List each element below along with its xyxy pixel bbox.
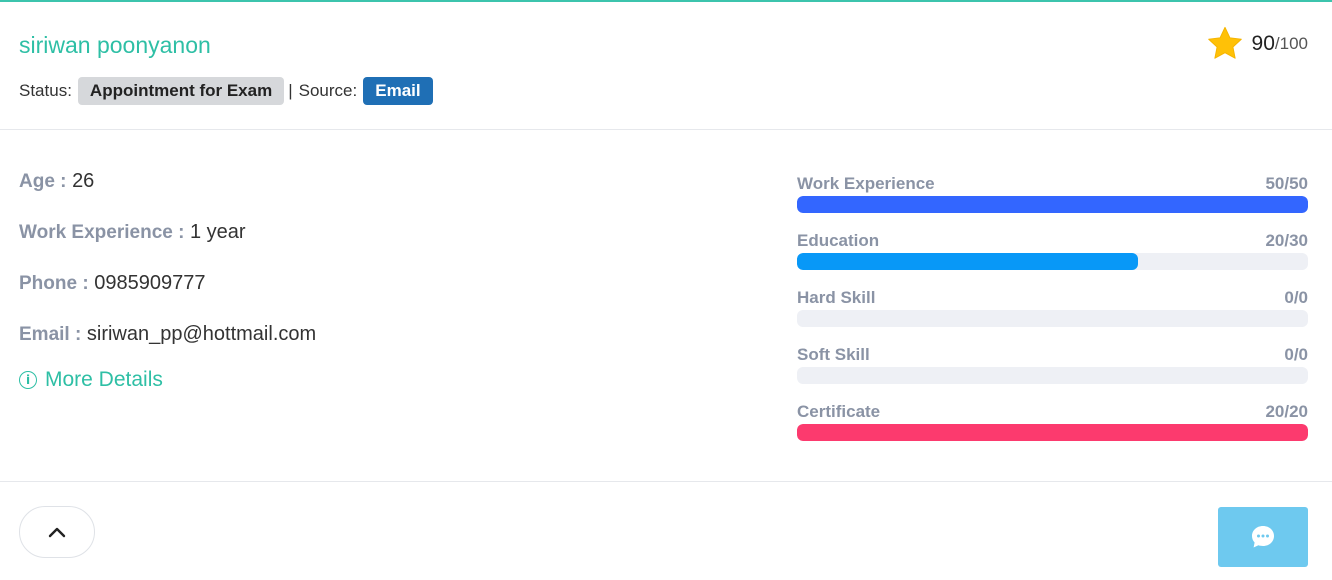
skill-progress-fill (797, 196, 1308, 213)
score-value: 90 (1251, 32, 1275, 55)
skill-progress-fill (797, 424, 1308, 441)
info-label: Work Experience : (19, 222, 185, 243)
skill-progress-track (797, 310, 1308, 327)
skill-soft-skill: Soft Skill 0/0 (797, 345, 1308, 402)
skill-scores: Work Experience 50/50 Education 20/30 Hard… (797, 174, 1308, 459)
candidate-name[interactable]: siriwan poonyanon (19, 32, 211, 59)
skill-score: 50/50 (1265, 174, 1308, 193)
skill-education: Education 20/30 (797, 231, 1308, 288)
score: 90/100 (1206, 25, 1308, 63)
info-label: Age : (19, 171, 67, 192)
skill-score: 0/0 (1284, 345, 1308, 364)
chat-bubble-icon (1252, 526, 1274, 548)
skill-progress-fill (797, 253, 1138, 270)
skill-hard-skill: Hard Skill 0/0 (797, 288, 1308, 345)
info-work-experience: Work Experience : 1 year (19, 221, 316, 272)
status-label: Status: (19, 81, 72, 100)
star-icon (1207, 26, 1242, 59)
skill-label: Education (797, 231, 880, 250)
candidate-info: Age : 26 Work Experience : 1 year Phone … (19, 170, 316, 374)
skill-label: Certificate (797, 402, 881, 421)
skill-progress-track (797, 424, 1308, 441)
separator: | (288, 81, 293, 100)
skill-score: 20/30 (1265, 231, 1308, 250)
info-label: Email : (19, 324, 82, 345)
skill-progress-track (797, 367, 1308, 384)
info-value: siriwan_pp@hottmail.com (86, 323, 317, 345)
status-row: Status: Appointment for Exam | Source: E… (19, 77, 433, 105)
source-label: Source: (298, 81, 358, 100)
card-header: siriwan poonyanon Status: Appointment fo… (0, 2, 1332, 130)
info-phone: Phone : 0985909777 (19, 272, 316, 323)
chevron-up-icon (48, 527, 66, 538)
skill-score: 20/20 (1265, 402, 1308, 421)
info-value: 0985909777 (94, 272, 206, 294)
chat-button[interactable] (1218, 507, 1308, 567)
skill-label: Hard Skill (797, 288, 876, 307)
candidate-card: siriwan poonyanon Status: Appointment fo… (0, 0, 1332, 580)
info-age: Age : 26 (19, 170, 316, 221)
skill-progress-track (797, 253, 1308, 270)
divider (0, 481, 1332, 482)
info-label: Phone : (19, 273, 89, 294)
more-details-link[interactable]: i More Details (19, 368, 163, 392)
skill-score: 0/0 (1284, 288, 1308, 307)
info-email: Email : siriwan_pp@hottmail.com (19, 323, 316, 374)
status-badge: Appointment for Exam (77, 77, 285, 105)
skill-certificate: Certificate 20/20 (797, 402, 1308, 459)
more-details-label: More Details (45, 368, 163, 391)
skill-label: Soft Skill (797, 345, 870, 364)
info-value: 26 (72, 170, 95, 192)
skill-progress-track (797, 196, 1308, 213)
info-icon: i (19, 371, 37, 389)
info-value: 1 year (190, 221, 246, 243)
skill-work-experience: Work Experience 50/50 (797, 174, 1308, 231)
score-max: /100 (1274, 34, 1308, 53)
skill-label: Work Experience (797, 174, 935, 193)
collapse-button[interactable] (19, 506, 95, 558)
source-badge: Email (363, 77, 433, 105)
